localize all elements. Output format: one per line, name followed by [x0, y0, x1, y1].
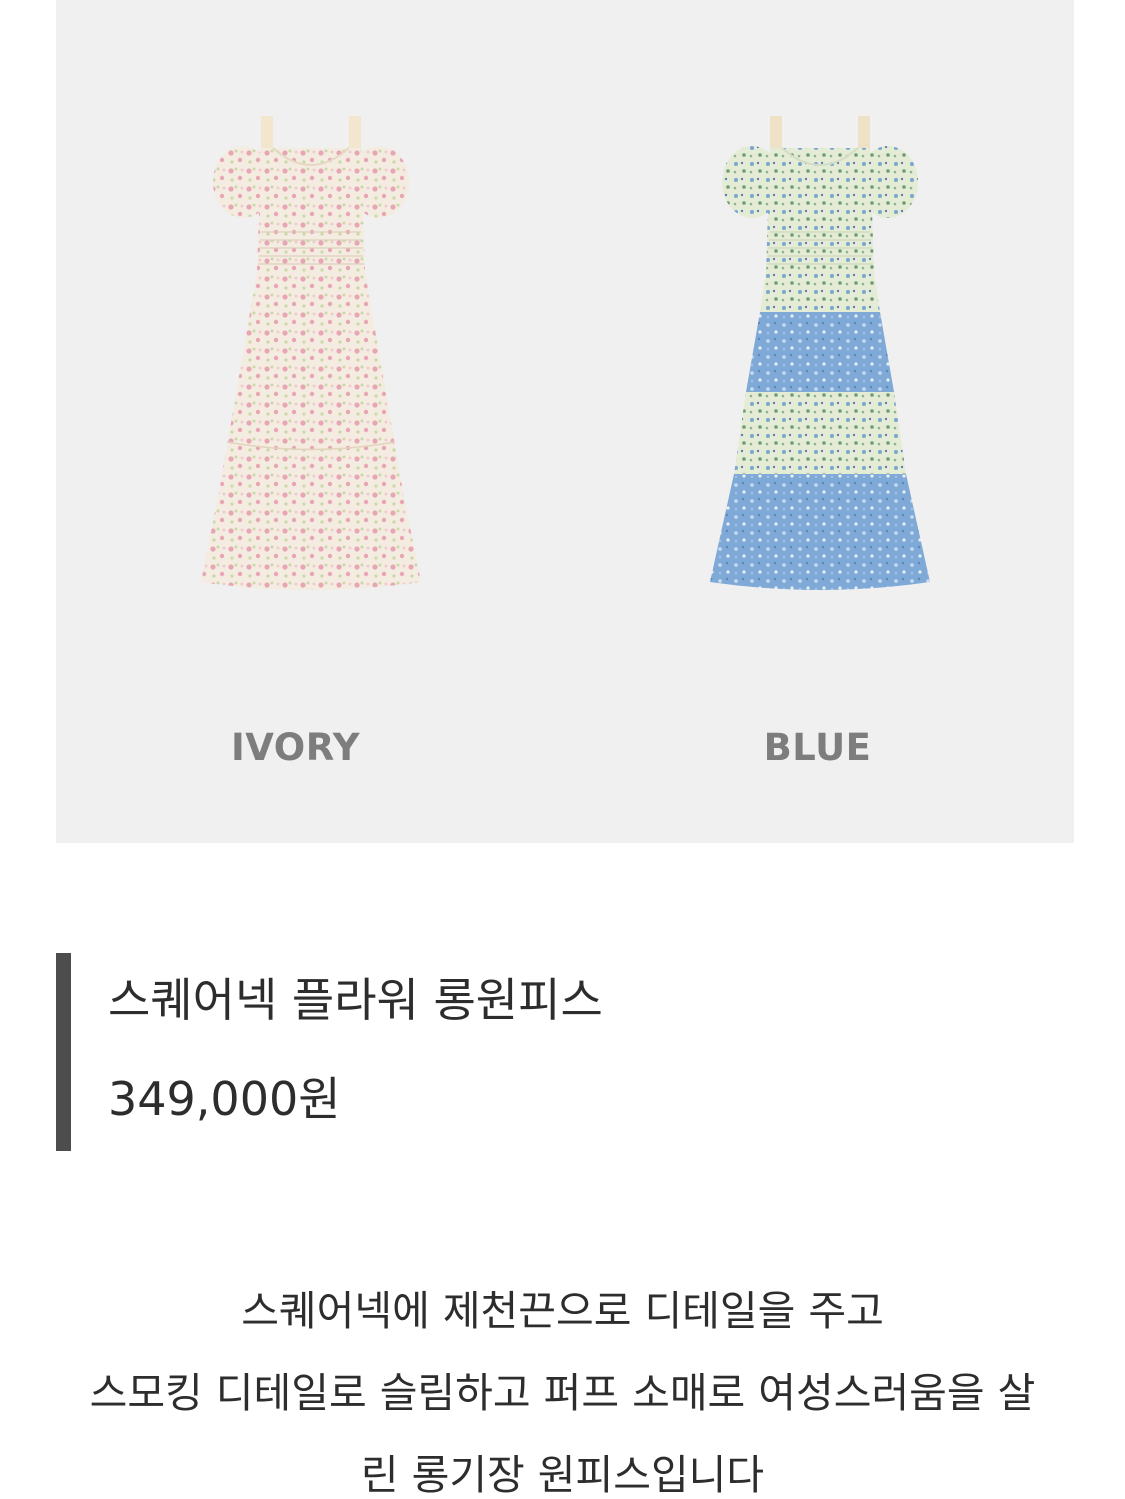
color-variants-panel: IVORY BLUE	[56, 0, 1074, 843]
blue-dress-image	[709, 116, 930, 590]
product-info: 스퀘어넥 플라워 롱원피스 349,000원	[56, 953, 1056, 1151]
product-detail-page: IVORY BLUE 스퀘어넥 플라워 롱원피스 349,000원 스퀘어넥에 …	[0, 0, 1125, 1499]
product-price: 349,000원	[108, 1072, 341, 1126]
variant-label-blue: BLUE	[763, 726, 872, 769]
description-line: 스퀘어넥에 제천끈으로 디테일을 주고	[241, 1287, 884, 1335]
product-description: 스퀘어넥에 제천끈으로 디테일을 주고 스모킹 디테일로 슬림하고 퍼프 소매로…	[0, 1270, 1125, 1499]
ivory-dress-image	[200, 116, 421, 590]
variant-blue[interactable]: BLUE	[565, 0, 1074, 843]
variant-label-ivory: IVORY	[231, 726, 360, 769]
variant-ivory[interactable]: IVORY	[56, 0, 565, 843]
product-name: 스퀘어넥 플라워 롱원피스	[108, 973, 603, 1027]
description-line: 스모킹 디테일로 슬림하고 퍼프 소매로 여성스러움을 살	[89, 1369, 1036, 1417]
accent-bar	[56, 953, 71, 1151]
description-line: 린 롱기장 원피스입니다	[360, 1451, 765, 1499]
